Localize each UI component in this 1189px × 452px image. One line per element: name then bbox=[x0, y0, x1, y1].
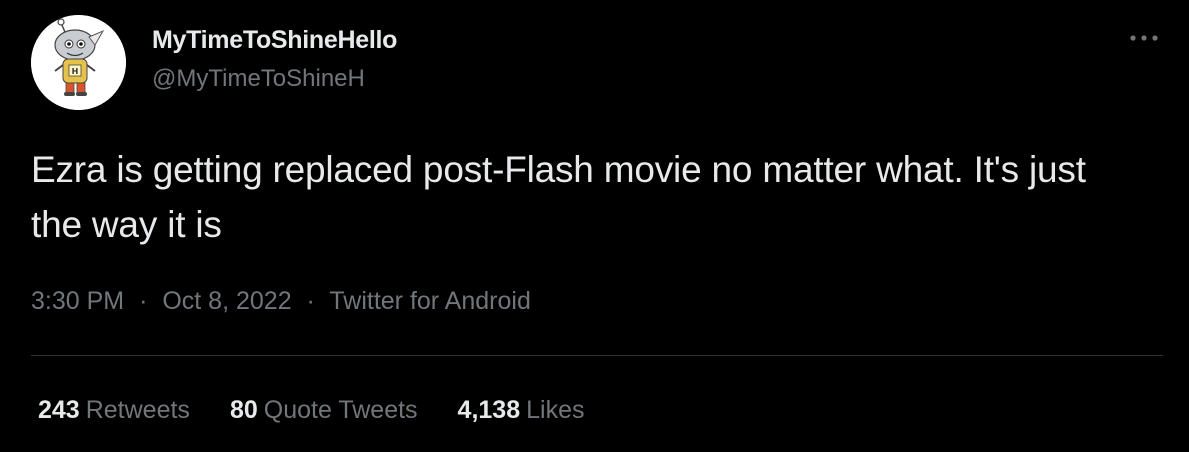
retweets-count: 243 bbox=[38, 396, 80, 424]
meta-separator: · bbox=[306, 287, 315, 315]
quote-tweets-label: Quote Tweets bbox=[263, 396, 418, 424]
tweet-time[interactable]: 3:30 PM bbox=[31, 287, 124, 315]
retweets-label: Retweets bbox=[85, 396, 190, 424]
author-display-name[interactable]: MyTimeToShineHello bbox=[152, 26, 397, 55]
meta-separator: · bbox=[139, 287, 148, 315]
likes-stat[interactable]: 4,138 Likes bbox=[458, 396, 585, 425]
likes-label: Likes bbox=[526, 396, 585, 424]
divider bbox=[31, 355, 1163, 356]
tweet-stats: 243 Retweets 80 Quote Tweets 4,138 Likes bbox=[38, 396, 624, 425]
more-options-button[interactable] bbox=[1124, 22, 1164, 54]
svg-text:H: H bbox=[72, 67, 79, 76]
tweet-source[interactable]: Twitter for Android bbox=[329, 287, 530, 315]
quote-tweets-stat[interactable]: 80 Quote Tweets bbox=[230, 396, 418, 425]
author-handle[interactable]: @MyTimeToShineH bbox=[152, 65, 365, 93]
tweet-date[interactable]: Oct 8, 2022 bbox=[162, 287, 291, 315]
tweet-meta: 3:30 PM · Oct 8, 2022 · Twitter for Andr… bbox=[31, 287, 531, 316]
more-options-icon bbox=[1130, 35, 1158, 41]
tweet-card: H MyTimeToShineHello @MyTimeToShineH Ezr… bbox=[0, 0, 1189, 452]
tweet-text: Ezra is getting replaced post-Flash movi… bbox=[31, 149, 1086, 245]
avatar[interactable]: H bbox=[31, 15, 126, 110]
quote-tweets-count: 80 bbox=[229, 396, 258, 424]
cartoon-character-avatar-icon: H bbox=[31, 15, 126, 110]
likes-count: 4,138 bbox=[457, 396, 521, 424]
retweets-stat[interactable]: 243 Retweets bbox=[38, 396, 190, 425]
